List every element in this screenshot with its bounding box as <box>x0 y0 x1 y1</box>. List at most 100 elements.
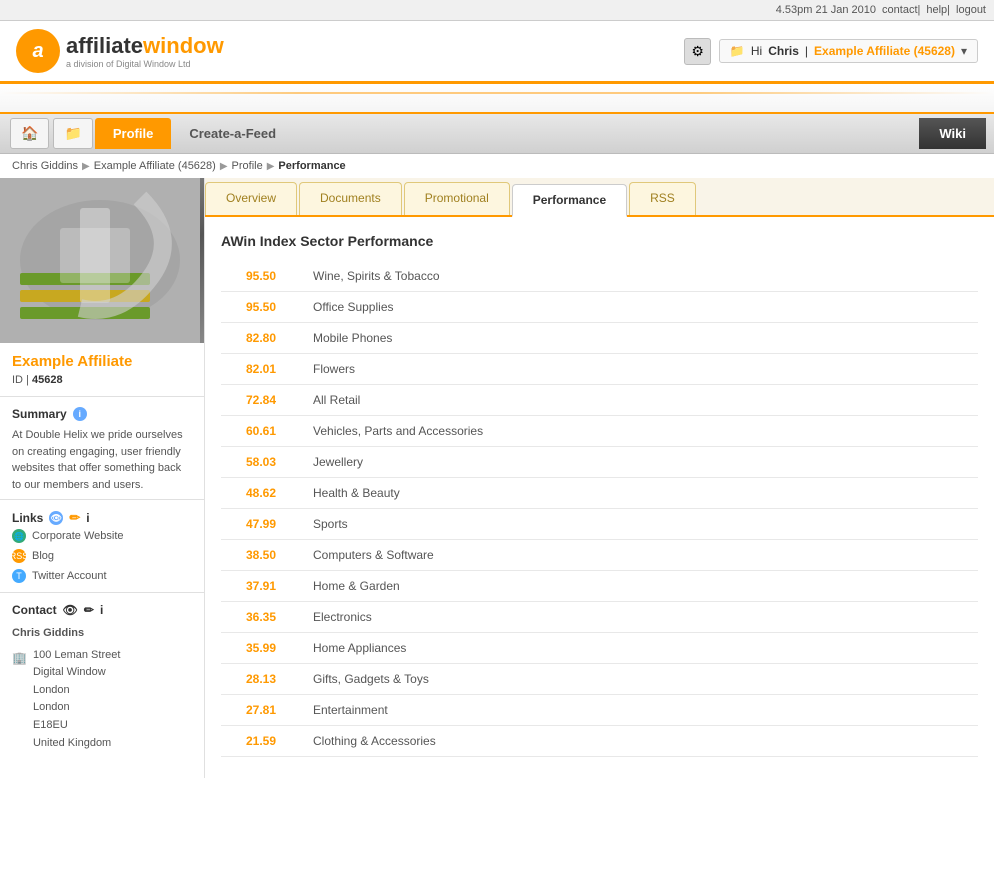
label-cell: Electronics <box>301 602 978 633</box>
affiliate-logo-banner <box>0 178 204 343</box>
nav-tab-wiki[interactable]: Wiki <box>919 118 986 149</box>
score-cell: 36.35 <box>221 602 301 633</box>
breadcrumb-item-2[interactable]: Profile <box>232 160 263 172</box>
globe-icon: 🌐 <box>12 529 26 543</box>
table-row: 48.62 Health & Beauty <box>221 478 978 509</box>
label-cell: Wine, Spirits & Tobacco <box>301 261 978 292</box>
link-item-twitter: T Twitter Account <box>12 566 192 586</box>
nav-tab-profile[interactable]: Profile <box>95 118 171 149</box>
link-item-corporate: 🌐 Corporate Website <box>12 526 192 546</box>
table-row: 27.81 Entertainment <box>221 695 978 726</box>
score-cell: 35.99 <box>221 633 301 664</box>
summary-section: Summary i At Double Helix we pride ourse… <box>0 397 204 500</box>
label-cell: Entertainment <box>301 695 978 726</box>
links-help-icon[interactable]: i <box>86 511 89 525</box>
logo-sub: a division of Digital Window Ltd <box>66 59 224 69</box>
user-info: 📁 Hi Chris | Example Affiliate (45628) ▾ <box>719 39 978 63</box>
label-cell: Vehicles, Parts and Accessories <box>301 416 978 447</box>
twitter-icon: T <box>12 569 26 583</box>
links-section: Links 👁 ✏ i 🌐 Corporate Website RSS Blog… <box>0 500 204 593</box>
performance-table: 95.50 Wine, Spirits & Tobacco 95.50 Offi… <box>221 261 978 757</box>
table-row: 95.50 Office Supplies <box>221 292 978 323</box>
content-area: Overview Documents Promotional Performan… <box>205 178 994 778</box>
summary-info-icon[interactable]: i <box>73 407 87 421</box>
score-cell: 37.91 <box>221 571 301 602</box>
score-cell: 58.03 <box>221 447 301 478</box>
help-link[interactable]: help <box>926 4 947 16</box>
tab-documents[interactable]: Documents <box>299 182 402 215</box>
username: Chris <box>768 44 799 58</box>
tab-promotional[interactable]: Promotional <box>404 182 510 215</box>
label-cell: Home Appliances <box>301 633 978 664</box>
table-row: 37.91 Home & Garden <box>221 571 978 602</box>
address-icon: 🏢 <box>12 649 27 668</box>
score-cell: 28.13 <box>221 664 301 695</box>
wave-bar <box>0 84 994 114</box>
score-cell: 82.80 <box>221 323 301 354</box>
blog-link[interactable]: Blog <box>32 550 54 562</box>
contact-edit-icon[interactable]: ✏ <box>84 603 94 617</box>
address-block: 🏢 100 Leman StreetDigital WindowLondonLo… <box>12 647 192 753</box>
sidebar: Example Affiliate ID | 45628 Summary i A… <box>0 178 205 778</box>
table-row: 60.61 Vehicles, Parts and Accessories <box>221 416 978 447</box>
table-row: 38.50 Computers & Software <box>221 540 978 571</box>
table-row: 21.59 Clothing & Accessories <box>221 726 978 757</box>
table-row: 72.84 All Retail <box>221 385 978 416</box>
performance-title: AWin Index Sector Performance <box>221 233 978 249</box>
score-cell: 72.84 <box>221 385 301 416</box>
greeting-text: Hi <box>751 44 762 58</box>
breadcrumb: Chris Giddins ▶ Example Affiliate (45628… <box>0 154 994 178</box>
logout-link[interactable]: logout <box>956 4 986 16</box>
label-cell: Office Supplies <box>301 292 978 323</box>
affiliate-name: Example Affiliate <box>0 343 204 372</box>
nav-folder-button[interactable]: 📁 <box>53 118 92 149</box>
corporate-website-link[interactable]: Corporate Website <box>32 530 124 542</box>
main-layout: Example Affiliate ID | 45628 Summary i A… <box>0 178 994 778</box>
breadcrumb-item-0[interactable]: Chris Giddins <box>12 160 78 172</box>
contact-info: Chris Giddins 🏢 100 Leman StreetDigital … <box>12 625 192 752</box>
twitter-link[interactable]: Twitter Account <box>32 570 107 582</box>
nav-bar: 🏠 📁 Profile Create-a-Feed Wiki <box>0 114 994 154</box>
tab-performance[interactable]: Performance <box>512 184 627 217</box>
score-cell: 47.99 <box>221 509 301 540</box>
affiliate-link[interactable]: Example Affiliate (45628) <box>814 44 955 58</box>
table-row: 36.35 Electronics <box>221 602 978 633</box>
score-cell: 38.50 <box>221 540 301 571</box>
summary-text: At Double Helix we pride ourselves on cr… <box>12 427 192 493</box>
tab-rss[interactable]: RSS <box>629 182 696 215</box>
tab-overview[interactable]: Overview <box>205 182 297 215</box>
dropdown-arrow-icon[interactable]: ▾ <box>961 44 967 58</box>
score-cell: 95.50 <box>221 292 301 323</box>
breadcrumb-item-1[interactable]: Example Affiliate (45628) <box>94 160 216 172</box>
label-cell: Clothing & Accessories <box>301 726 978 757</box>
nav-tab-create[interactable]: Create-a-Feed <box>171 118 294 149</box>
contact-section: Contact 👁 ✏ i Chris Giddins 🏢 100 Leman … <box>0 593 204 762</box>
tabs-bar: Overview Documents Promotional Performan… <box>205 178 994 217</box>
nav-home-button[interactable]: 🏠 <box>10 118 49 149</box>
table-row: 82.01 Flowers <box>221 354 978 385</box>
table-row: 95.50 Wine, Spirits & Tobacco <box>221 261 978 292</box>
contact-link[interactable]: contact <box>882 4 917 16</box>
header-right: ⚙ 📁 Hi Chris | Example Affiliate (45628)… <box>684 38 978 65</box>
header: a affiliatewindow a division of Digital … <box>0 21 994 84</box>
contact-header: Contact 👁 ✏ i <box>12 603 192 617</box>
score-cell: 27.81 <box>221 695 301 726</box>
address-text: 100 Leman StreetDigital WindowLondonLond… <box>33 647 120 753</box>
links-header: Links 👁 ✏ i <box>12 510 192 526</box>
contact-eye-icon[interactable]: 👁 <box>63 603 78 617</box>
contact-help-icon[interactable]: i <box>100 603 103 617</box>
links-edit-icon[interactable]: ✏ <box>69 510 80 526</box>
link-item-blog: RSS Blog <box>12 546 192 566</box>
affiliate-logo-svg <box>0 178 200 343</box>
label-cell: Mobile Phones <box>301 323 978 354</box>
performance-content: AWin Index Sector Performance 95.50 Wine… <box>205 217 994 773</box>
table-row: 28.13 Gifts, Gadgets & Toys <box>221 664 978 695</box>
links-info-icon[interactable]: 👁 <box>49 511 63 525</box>
summary-title: Summary i <box>12 407 192 421</box>
top-bar: 4.53pm 21 Jan 2010 contact | help | logo… <box>0 0 994 21</box>
gear-button[interactable]: ⚙ <box>684 38 711 65</box>
table-row: 58.03 Jewellery <box>221 447 978 478</box>
score-cell: 60.61 <box>221 416 301 447</box>
label-cell: Computers & Software <box>301 540 978 571</box>
score-cell: 95.50 <box>221 261 301 292</box>
